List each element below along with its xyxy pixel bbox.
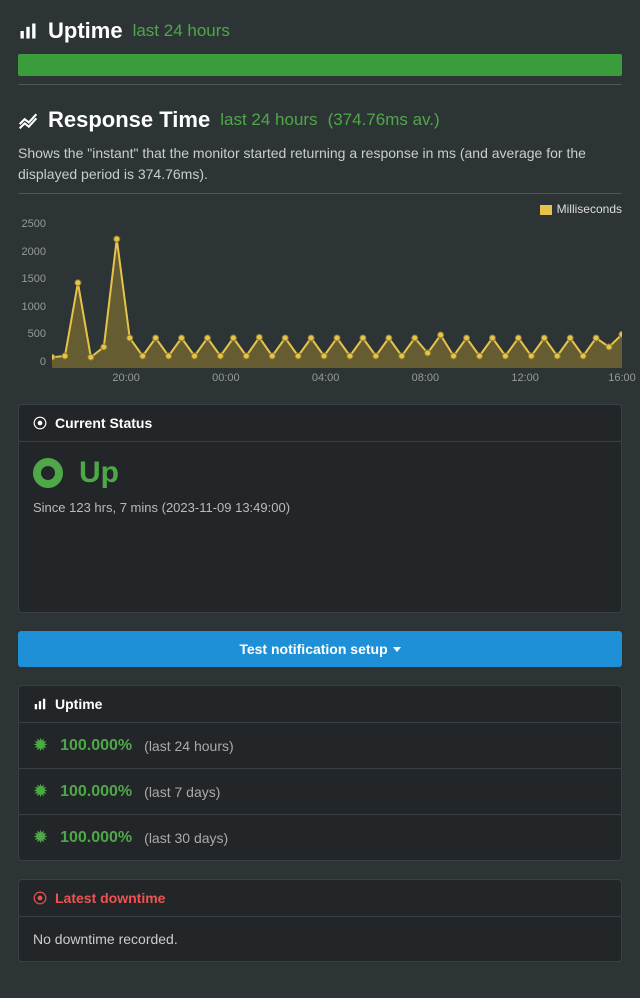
y-tick: 2500	[18, 218, 46, 230]
target-icon	[33, 416, 47, 430]
downtime-panel: Latest downtime No downtime recorded.	[18, 879, 622, 962]
current-status-header: Current Status	[19, 405, 621, 442]
status-indicator: Up	[33, 456, 607, 490]
burst-icon: ✹	[33, 781, 48, 802]
bars-icon	[33, 697, 47, 711]
response-title: Response Time	[48, 107, 210, 133]
y-tick: 2000	[18, 246, 46, 258]
uptime-panel: Uptime ✹ 100.000% (last 24 hours)✹ 100.0…	[18, 685, 622, 861]
divider	[18, 84, 622, 85]
uptime-subtitle: last 24 hours	[133, 21, 230, 41]
x-tick: 00:00	[212, 372, 240, 384]
x-tick: 20:00	[112, 372, 140, 384]
uptime-row: ✹ 100.000% (last 24 hours)	[19, 723, 621, 768]
uptime-row: ✹ 100.000% (last 7 days)	[19, 768, 621, 814]
response-avg: (374.76ms av.)	[328, 110, 440, 130]
response-section-header: Response Time last 24 hours (374.76ms av…	[18, 107, 622, 133]
trend-icon	[18, 110, 38, 130]
x-tick: 04:00	[312, 372, 340, 384]
up-icon	[33, 458, 63, 488]
uptime-label: (last 30 days)	[144, 830, 228, 846]
y-tick: 500	[18, 328, 46, 340]
burst-icon: ✹	[33, 827, 48, 848]
uptime-label: (last 24 hours)	[144, 738, 233, 754]
uptime-title: Uptime	[48, 18, 123, 44]
chart-area[interactable]	[52, 218, 622, 368]
test-notification-label: Test notification setup	[239, 641, 387, 657]
x-tick: 08:00	[412, 372, 440, 384]
uptime-label: (last 7 days)	[144, 784, 220, 800]
uptime-section-header: Uptime last 24 hours	[18, 18, 622, 44]
y-tick: 0	[18, 356, 46, 368]
y-axis: 2500 2000 1500 1000 500 0	[18, 218, 52, 368]
y-tick: 1000	[18, 301, 46, 313]
current-status-header-text: Current Status	[55, 415, 152, 431]
uptime-bar	[18, 54, 622, 76]
response-subtitle: last 24 hours	[220, 110, 317, 130]
chart-legend: Milliseconds	[18, 202, 622, 216]
burst-icon: ✹	[33, 735, 48, 756]
x-tick: 12:00	[511, 372, 539, 384]
x-axis: 20:0000:0004:0008:0012:0016:00	[52, 372, 622, 386]
uptime-pct: 100.000%	[60, 737, 132, 755]
uptime-panel-header: Uptime	[19, 686, 621, 723]
y-tick: 1500	[18, 273, 46, 285]
downtime-header-text: Latest downtime	[55, 890, 165, 906]
uptime-panel-header-text: Uptime	[55, 696, 102, 712]
uptime-pct: 100.000%	[60, 829, 132, 847]
bars-icon	[18, 21, 38, 41]
uptime-pct: 100.000%	[60, 783, 132, 801]
response-chart: 2500 2000 1500 1000 500 0	[18, 218, 622, 368]
current-status-body: Up Since 123 hrs, 7 mins (2023-11-09 13:…	[19, 442, 621, 612]
current-status-panel: Current Status Up Since 123 hrs, 7 mins …	[18, 404, 622, 613]
status-since: Since 123 hrs, 7 mins (2023-11-09 13:49:…	[33, 500, 607, 515]
divider	[18, 193, 622, 194]
test-notification-button[interactable]: Test notification setup	[18, 631, 622, 667]
downtime-header: Latest downtime	[19, 880, 621, 917]
target-icon	[33, 891, 47, 905]
downtime-body: No downtime recorded.	[19, 917, 621, 961]
uptime-rows: ✹ 100.000% (last 24 hours)✹ 100.000% (la…	[19, 723, 621, 860]
status-text: Up	[79, 456, 119, 490]
uptime-row: ✹ 100.000% (last 30 days)	[19, 814, 621, 860]
chevron-down-icon	[393, 647, 401, 652]
x-tick: 16:00	[608, 372, 636, 384]
response-description: Shows the "instant" that the monitor sta…	[18, 143, 622, 185]
